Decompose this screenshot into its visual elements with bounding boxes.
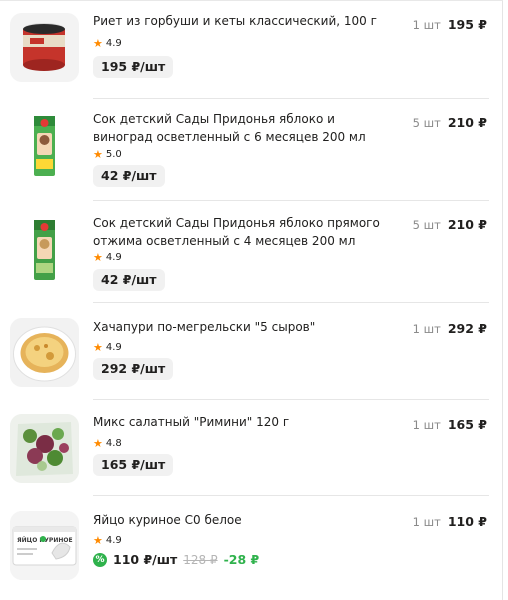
unit-price-badge: 165 ₽/шт xyxy=(93,454,174,476)
product-rating: ★ 4.9 xyxy=(93,342,122,353)
quantity: 1 шт xyxy=(412,418,441,432)
total-price: 210 ₽ xyxy=(447,217,487,232)
quantity-total: 1 шт 165 ₽ xyxy=(413,417,487,432)
product-image[interactable] xyxy=(10,414,79,483)
rating-value: 5.0 xyxy=(105,149,122,160)
old-price: 128 ₽ xyxy=(183,552,218,567)
cart-items-list: Риет из горбуши и кеты классический, 100… xyxy=(0,0,503,600)
discount-amount: -28 ₽ xyxy=(223,552,260,567)
quantity: 1 шт xyxy=(412,515,441,529)
quantity-total: 5 шт 210 ₽ xyxy=(413,115,487,130)
total-price: 195 ₽ xyxy=(447,17,487,32)
unit-price-badge: 195 ₽/шт xyxy=(93,56,174,78)
cart-item[interactable]: Риет из горбуши и кеты классический, 100… xyxy=(0,0,503,99)
cart-item[interactable]: ЯЙЦО КУРИНОЕ Яйцо куриное С0 белое ★ 4.9… xyxy=(0,496,503,600)
quantity-total: 1 шт 292 ₽ xyxy=(413,321,487,336)
rating-value: 4.9 xyxy=(105,535,122,546)
unit-price-badge: 292 ₽/шт xyxy=(93,358,174,380)
quantity: 5 шт xyxy=(412,116,441,130)
cart-item[interactable]: Сок детский Сады Придонья яблоко и виног… xyxy=(0,99,503,201)
product-rating: ★ 4.9 xyxy=(93,535,122,546)
product-title[interactable]: Хачапури по-мегрельски "5 сыров" xyxy=(93,319,398,337)
star-icon: ★ xyxy=(93,341,103,354)
total-price: 292 ₽ xyxy=(447,321,487,336)
juice-box-icon xyxy=(10,111,79,180)
product-title[interactable]: Сок детский Сады Придонья яблоко и виног… xyxy=(93,111,398,146)
product-title[interactable]: Сок детский Сады Придонья яблоко прямого… xyxy=(93,215,398,250)
promo-price-row: % 110 ₽/шт 128 ₽ -28 ₽ xyxy=(93,552,259,567)
total-price: 110 ₽ xyxy=(447,514,487,529)
quantity: 1 шт xyxy=(412,322,441,336)
star-icon: ★ xyxy=(93,37,103,50)
product-rating: ★ 4.8 xyxy=(93,438,122,449)
total-price: 210 ₽ xyxy=(447,115,487,130)
product-title[interactable]: Микс салатный "Римини" 120 г xyxy=(93,414,398,432)
salad-mix-bag-icon xyxy=(10,414,79,483)
rating-value: 4.9 xyxy=(105,252,122,263)
quantity-total: 5 шт 210 ₽ xyxy=(413,217,487,232)
quantity-total: 1 шт 195 ₽ xyxy=(413,17,487,32)
product-title[interactable]: Яйцо куриное С0 белое xyxy=(93,512,398,530)
fish-rillette-jar-icon xyxy=(10,13,79,82)
product-rating: ★ 4.9 xyxy=(93,252,122,263)
egg-carton-icon: ЯЙЦО КУРИНОЕ xyxy=(10,511,79,580)
rating-value: 4.9 xyxy=(105,342,122,353)
quantity: 5 шт xyxy=(412,218,441,232)
product-image[interactable] xyxy=(10,215,79,284)
rating-value: 4.8 xyxy=(105,438,122,449)
quantity-total: 1 шт 110 ₽ xyxy=(413,514,487,529)
quantity: 1 шт xyxy=(412,18,441,32)
unit-price: 110 ₽/шт xyxy=(113,552,178,567)
khachapuri-plate-icon xyxy=(10,318,79,387)
product-image[interactable]: ЯЙЦО КУРИНОЕ xyxy=(10,511,79,580)
star-icon: ★ xyxy=(93,148,103,161)
star-icon: ★ xyxy=(93,251,103,264)
unit-price-badge: 42 ₽/шт xyxy=(93,165,165,187)
product-image[interactable] xyxy=(10,111,79,180)
total-price: 165 ₽ xyxy=(447,417,487,432)
product-image[interactable] xyxy=(10,13,79,82)
rating-value: 4.9 xyxy=(105,38,122,49)
star-icon: ★ xyxy=(93,534,103,547)
discount-percent-icon: % xyxy=(93,552,107,567)
product-rating: ★ 4.9 xyxy=(93,38,122,49)
cart-item[interactable]: Микс салатный "Римини" 120 г ★ 4.8 165 ₽… xyxy=(0,400,503,496)
star-icon: ★ xyxy=(93,437,103,450)
product-image[interactable] xyxy=(10,318,79,387)
product-title[interactable]: Риет из горбуши и кеты классический, 100… xyxy=(93,13,398,31)
cart-item[interactable]: Сок детский Сады Придонья яблоко прямого… xyxy=(0,201,503,303)
unit-price-badge: 42 ₽/шт xyxy=(93,269,165,291)
cart-item[interactable]: Хачапури по-мегрельски "5 сыров" ★ 4.9 2… xyxy=(0,303,503,400)
product-rating: ★ 5.0 xyxy=(93,149,122,160)
juice-box-icon xyxy=(10,215,79,284)
